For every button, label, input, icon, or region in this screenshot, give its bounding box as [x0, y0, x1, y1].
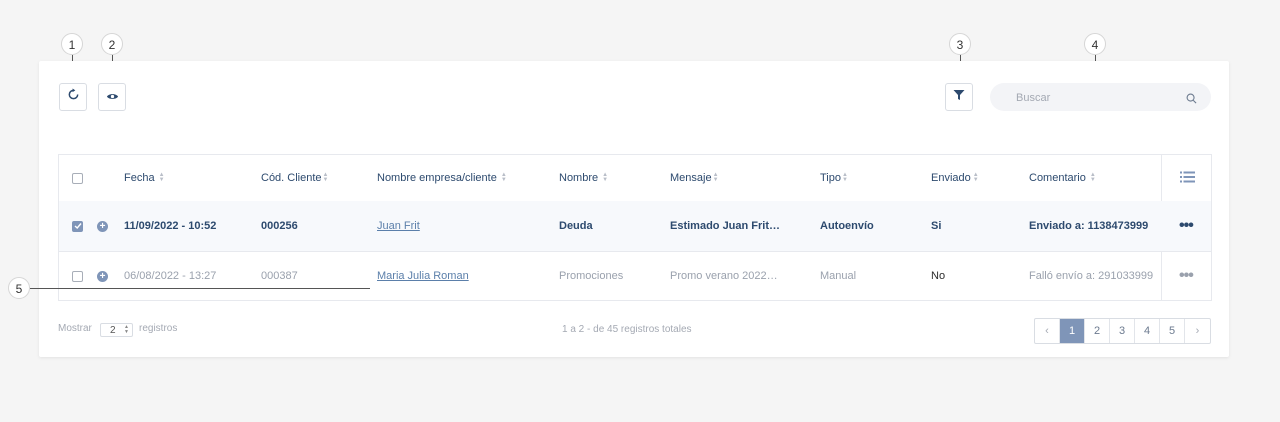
search-input[interactable] [1014, 83, 1178, 113]
column-header-enviado[interactable]: Enviado ▲ ▼ [931, 155, 979, 201]
cell-cod-cliente: 000387 [261, 270, 298, 282]
row-actions-menu[interactable]: ••• [1179, 252, 1194, 300]
sort-icon: ▲ ▼ [972, 172, 979, 183]
callout-4: 4 [1084, 33, 1106, 55]
cell-tipo: Autoenvío [820, 220, 874, 232]
cell-cod-cliente: 000256 [261, 220, 298, 232]
cell-cliente-link[interactable]: Maria Julia Roman [377, 252, 469, 300]
cell-fecha: 11/09/2022 - 10:52 [124, 220, 217, 232]
callout-5-line [30, 288, 370, 289]
data-table-card: Fecha▲▼ Cód. Cliente▲▼ Nombre empresa/cl… [39, 61, 1229, 357]
cell-nombre: Deuda [559, 220, 593, 232]
page-3-button[interactable]: 3 [1110, 319, 1135, 343]
toggle-view-button[interactable] [98, 83, 126, 111]
page-4-button[interactable]: 4 [1135, 319, 1160, 343]
column-header-fecha[interactable]: Fecha ▲ ▼ [124, 155, 165, 201]
page-1-button[interactable]: 1 [1060, 319, 1085, 343]
callout-2: 2 [101, 33, 123, 55]
row-checkbox[interactable] [72, 270, 83, 282]
page-2-button[interactable]: 2 [1085, 319, 1110, 343]
sort-icon: ▲ ▼ [500, 172, 507, 183]
sort-icon: ▲ ▼ [602, 172, 609, 183]
expand-row-icon[interactable]: + [97, 220, 108, 232]
column-header-tipo[interactable]: Tipo ▲ ▼ [820, 155, 848, 201]
search-icon[interactable] [1186, 91, 1197, 109]
sort-icon: ▲ ▼ [1089, 172, 1096, 183]
cell-cliente-link[interactable]: Juan Frit [377, 201, 420, 251]
row-checkbox[interactable] [72, 220, 83, 232]
sort-icon: ▲ ▼ [322, 172, 329, 183]
callout-5: 5 [8, 277, 30, 299]
sort-icon: ▲ ▼ [712, 172, 719, 183]
table-row[interactable]: + 11/09/2022 - 10:52 000256 Juan Frit De… [59, 201, 1211, 252]
show-label: Mostrar [58, 323, 92, 334]
column-header-comentario[interactable]: Comentario ▲ ▼ [1029, 155, 1096, 201]
messages-table: Fecha ▲ ▼ Cód. Cliente ▲ ▼ Nombre empresa/cl… [58, 154, 1212, 301]
cell-fecha: 06/08/2022 - 13:27 [124, 270, 217, 282]
filter-button[interactable] [945, 83, 973, 111]
expand-row-icon[interactable]: + [97, 270, 108, 282]
page-size-value: 2 [110, 324, 116, 336]
page-5-button[interactable]: 5 [1160, 319, 1185, 343]
column-header-nombre[interactable]: Nombre ▲ ▼ [559, 155, 608, 201]
cell-tipo: Manual [820, 270, 857, 282]
sort-icon: ▲ ▼ [158, 172, 165, 183]
refresh-button[interactable] [59, 83, 87, 111]
column-menu-button[interactable] [1180, 155, 1195, 201]
cell-comentario: Falló envío a: 291033999 [1029, 270, 1154, 282]
callout-1: 1 [61, 33, 83, 55]
page-size-select[interactable]: 2 ▲ ▼ [100, 323, 133, 337]
eye-icon [106, 88, 119, 106]
column-header-mensaje[interactable]: Mensaje ▲ ▼ [670, 155, 719, 201]
cell-enviado: Si [931, 220, 942, 232]
refresh-icon [67, 88, 80, 106]
column-header-nombre-empresa[interactable]: Nombre empresa/cliente ▲ ▼ [377, 155, 507, 201]
cell-mensaje: Estimado Juan Frit… [670, 220, 781, 232]
pagination: ‹ 1 2 3 4 5 › [1034, 318, 1211, 344]
cell-comentario: Enviado a: 1138473999 [1029, 220, 1149, 232]
column-header-cod-cliente[interactable]: Cód. Cliente ▲ ▼ [261, 155, 329, 201]
records-label: registros [139, 323, 178, 334]
select-all-checkbox[interactable] [72, 172, 83, 184]
next-page-button[interactable]: › [1185, 319, 1210, 343]
stepper-arrows-icon: ▲ ▼ [124, 324, 129, 335]
cell-mensaje: Promo verano 2022… [670, 270, 778, 282]
filter-icon [953, 88, 965, 106]
sort-icon: ▲ ▼ [842, 172, 848, 183]
table-header: Fecha ▲ ▼ Cód. Cliente ▲ ▼ Nombre empresa/cl… [59, 155, 1211, 202]
callout-3: 3 [949, 33, 971, 55]
prev-page-button[interactable]: ‹ [1035, 319, 1060, 343]
list-icon [1180, 171, 1195, 186]
cell-nombre: Promociones [559, 270, 624, 282]
records-summary: 1 a 2 - de 45 registros totales [562, 324, 692, 335]
row-actions-menu[interactable]: ••• [1179, 201, 1194, 251]
cell-enviado: No [931, 270, 946, 282]
search-box [990, 83, 1211, 113]
table-row[interactable]: + 06/08/2022 - 13:27 000387 Maria Julia … [59, 252, 1211, 300]
